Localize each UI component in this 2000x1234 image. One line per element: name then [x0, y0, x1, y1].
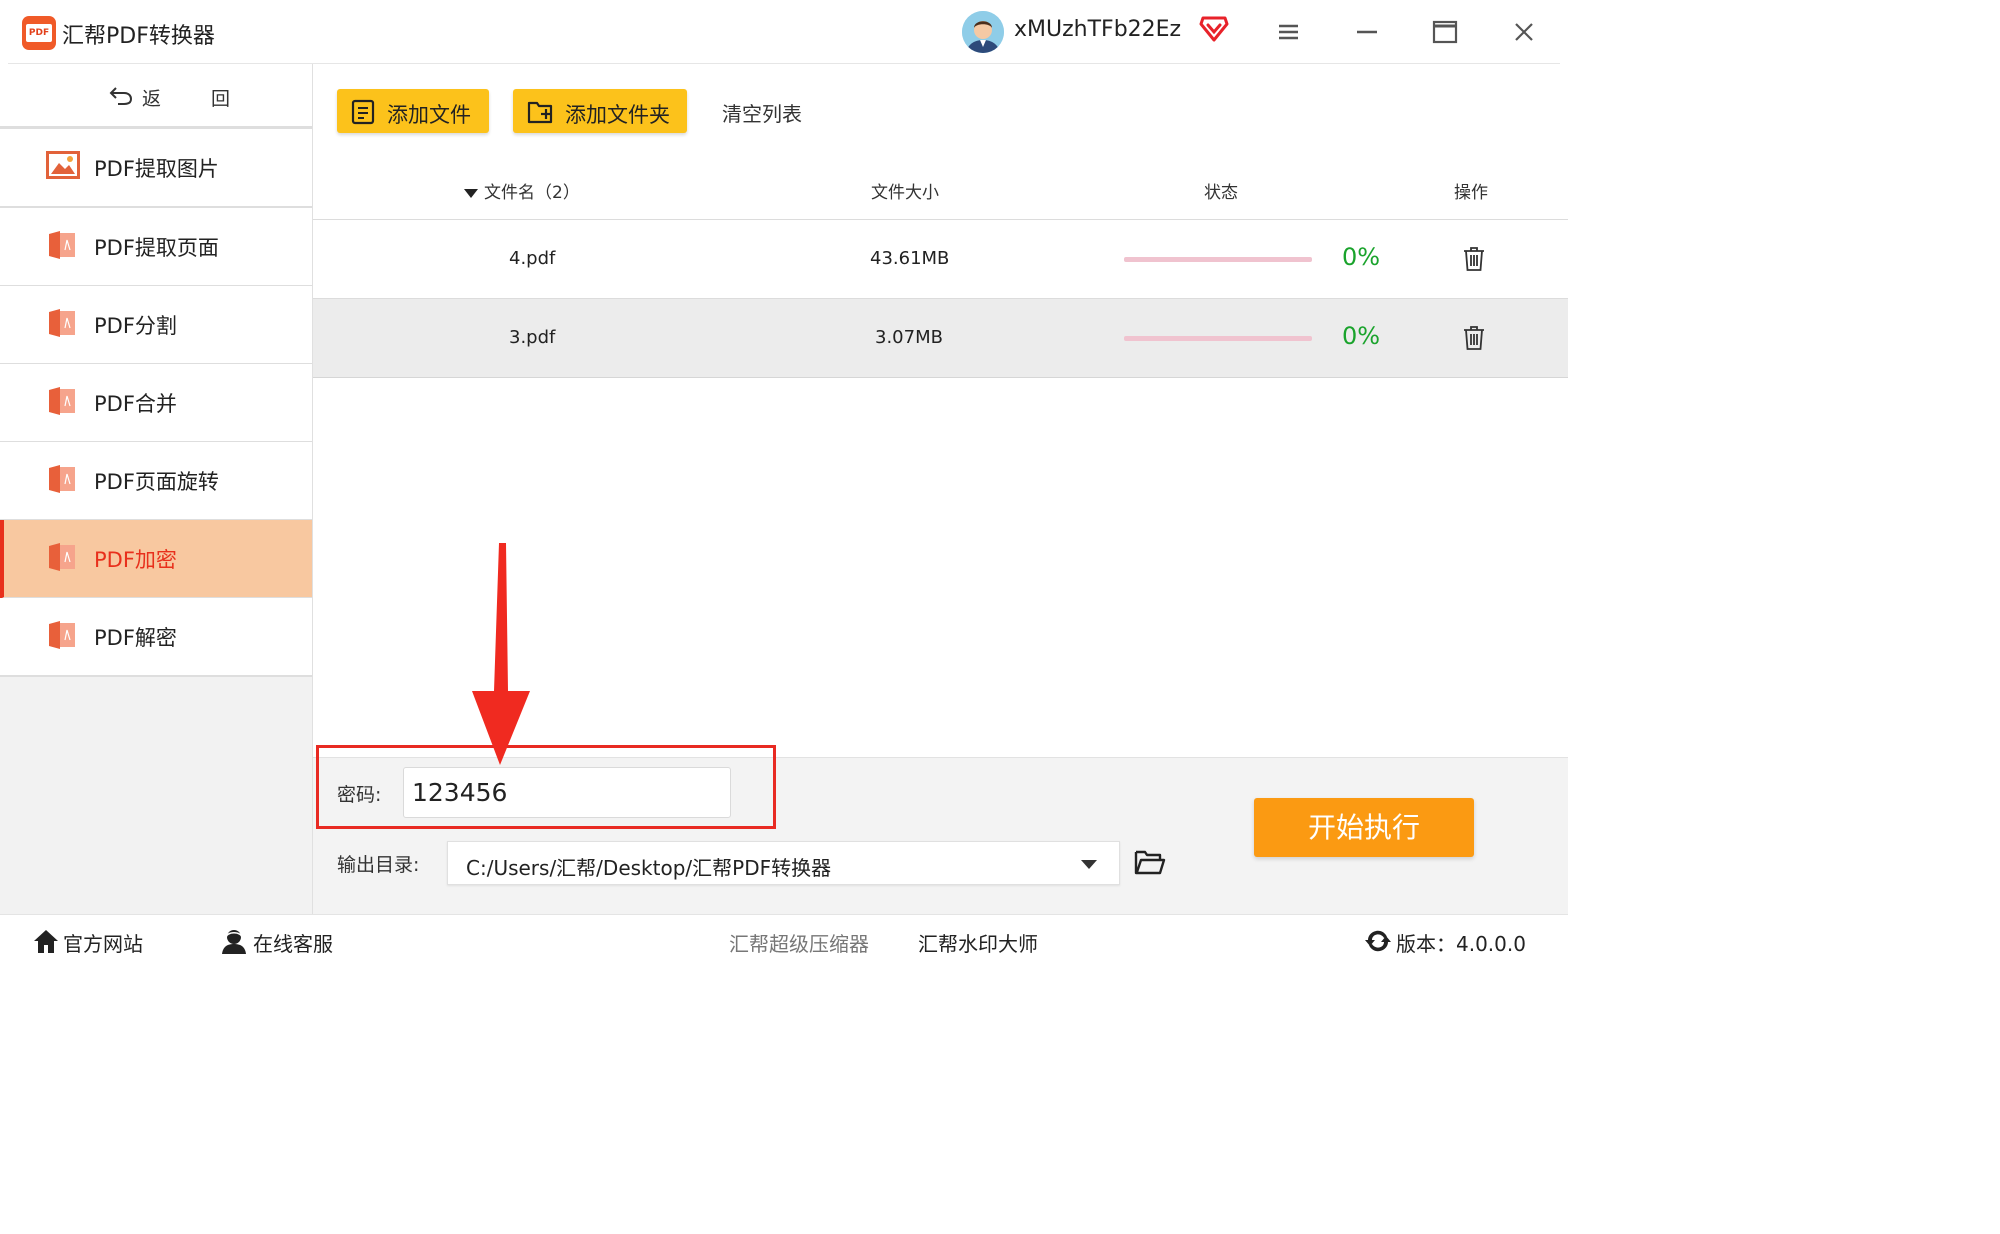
online-support-link[interactable]: 在线客服	[253, 928, 333, 957]
sidebar-item-label: PDF合并	[94, 392, 177, 416]
sidebar-item-label: PDF提取页面	[94, 236, 219, 260]
delete-icon[interactable]	[1463, 325, 1485, 355]
back-button[interactable]: 返 回	[0, 64, 312, 129]
sidebar-item-extract-images[interactable]: PDF提取图片	[0, 129, 312, 208]
sidebar: 返 回 PDF提取图片 PDF提取页面 PDF分割 PDF合并 PDF页面旋转	[0, 64, 313, 914]
sidebar-item-rotate[interactable]: PDF页面旋转	[0, 442, 312, 521]
highlight-box	[316, 745, 776, 829]
menu-icon[interactable]	[1276, 18, 1304, 46]
progress-percent: 0%	[1342, 243, 1381, 271]
output-dir-value: C:/Users/汇帮/Desktop/汇帮PDF转换器	[466, 856, 832, 880]
app-title: 汇帮PDF转换器	[62, 24, 215, 49]
pdf-file-icon	[46, 464, 78, 498]
sidebar-item-merge[interactable]: PDF合并	[0, 364, 312, 443]
start-button[interactable]: 开始执行	[1254, 798, 1474, 857]
file-name: 4.pdf	[509, 248, 556, 269]
minimize-icon[interactable]	[1354, 18, 1382, 46]
progress-percent: 0%	[1342, 322, 1381, 350]
add-folder-icon	[527, 99, 555, 129]
sidebar-item-extract-pages[interactable]: PDF提取页面	[0, 208, 312, 287]
sidebar-item-label: PDF分割	[94, 314, 177, 338]
customer-service-icon	[220, 928, 248, 958]
sort-caret-icon[interactable]	[463, 185, 479, 204]
sidebar-item-split[interactable]: PDF分割	[0, 286, 312, 365]
sidebar-item-label: PDF页面旋转	[94, 470, 219, 494]
column-header-size: 文件大小	[871, 183, 939, 203]
column-header-status: 状态	[1204, 183, 1238, 203]
table-row[interactable]: 3.pdf 3.07MB 0%	[313, 299, 1568, 378]
add-folder-label: 添加文件夹	[565, 103, 670, 127]
vip-diamond-icon[interactable]	[1199, 14, 1229, 46]
folder-open-icon[interactable]	[1134, 848, 1166, 880]
file-size: 3.07MB	[875, 327, 943, 348]
output-dir-label: 输出目录:	[337, 854, 420, 876]
pdf-file-icon	[46, 308, 78, 342]
title-bar: PDF 汇帮PDF转换器 xMUzhTFb22Ez	[0, 0, 1568, 64]
column-header-action: 操作	[1454, 183, 1488, 203]
maximize-icon[interactable]	[1431, 18, 1459, 46]
table-row[interactable]: 4.pdf 43.61MB 0%	[313, 220, 1568, 299]
pdf-file-icon	[46, 386, 78, 420]
app-logo: PDF	[22, 16, 56, 50]
back-arrow-icon	[108, 84, 134, 110]
progress-bar	[1124, 336, 1312, 341]
add-file-button[interactable]: 添加文件	[337, 89, 489, 133]
close-icon[interactable]	[1511, 18, 1539, 46]
version-label: 版本：4.0.0.0	[1396, 932, 1526, 956]
clear-list-button[interactable]: 清空列表	[722, 98, 802, 127]
annotation-arrow	[470, 543, 532, 769]
official-website-link[interactable]: 官方网站	[63, 928, 143, 957]
username[interactable]: xMUzhTFb22Ez	[1014, 17, 1181, 42]
delete-icon[interactable]	[1463, 246, 1485, 276]
pdf-file-icon	[46, 542, 78, 576]
sidebar-item-label: PDF加密	[94, 548, 177, 572]
sidebar-item-label: PDF提取图片	[94, 157, 219, 181]
add-file-label: 添加文件	[387, 103, 471, 127]
file-size: 43.61MB	[870, 248, 950, 269]
column-header-name[interactable]: 文件名（2）	[484, 178, 580, 203]
pdf-file-icon	[46, 230, 78, 264]
output-dir-select[interactable]: C:/Users/汇帮/Desktop/汇帮PDF转换器	[447, 841, 1120, 885]
compressor-link[interactable]: 汇帮超级压缩器	[729, 928, 869, 957]
add-folder-button[interactable]: 添加文件夹	[513, 89, 687, 133]
image-icon	[46, 151, 80, 183]
file-name: 3.pdf	[509, 327, 556, 348]
chevron-down-icon	[1081, 860, 1097, 869]
sidebar-item-encrypt[interactable]: PDF加密	[0, 520, 312, 599]
user-avatar[interactable]	[962, 11, 1004, 53]
pdf-file-icon	[46, 620, 78, 654]
add-file-icon	[351, 99, 377, 129]
sidebar-item-decrypt[interactable]: PDF解密	[0, 598, 312, 677]
progress-bar	[1124, 257, 1312, 262]
back-label: 返 回	[142, 88, 253, 110]
watermark-link[interactable]: 汇帮水印大师	[918, 928, 1038, 957]
sidebar-item-label: PDF解密	[94, 626, 177, 650]
refresh-icon[interactable]	[1364, 928, 1392, 958]
home-icon	[32, 928, 60, 958]
